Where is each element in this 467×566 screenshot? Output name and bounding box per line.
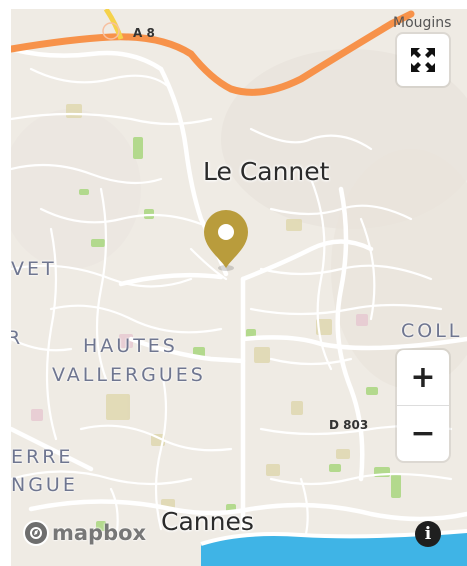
map-canvas[interactable] bbox=[11, 9, 467, 566]
mapbox-logo[interactable]: mapbox bbox=[23, 520, 146, 546]
mapbox-logo-text: mapbox bbox=[52, 521, 147, 545]
info-icon[interactable]: i bbox=[415, 521, 441, 547]
fullscreen-icon bbox=[411, 48, 435, 72]
zoom-out-button[interactable]: − bbox=[397, 406, 449, 461]
mapbox-logo-icon bbox=[23, 520, 49, 546]
zoom-control: + − bbox=[397, 350, 449, 461]
map-view[interactable]: Le Cannet Cannes Mougins HAUTES VALLERGU… bbox=[11, 9, 467, 566]
fullscreen-button[interactable] bbox=[397, 34, 449, 86]
zoom-in-button[interactable]: + bbox=[397, 350, 449, 405]
